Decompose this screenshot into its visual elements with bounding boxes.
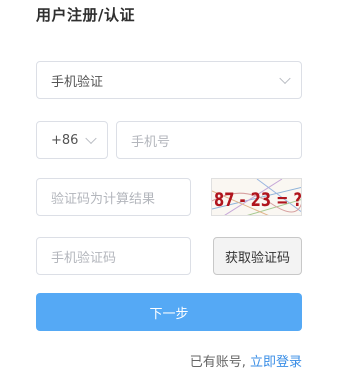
login-link[interactable]: 立即登录 (250, 355, 302, 370)
verification-method-value: 手机验证 (51, 74, 104, 90)
phone-input[interactable]: 手机号 (116, 121, 302, 159)
page-title: 用户注册/认证 (36, 6, 135, 24)
chevron-down-icon (85, 132, 97, 145)
next-button[interactable]: 下一步 (36, 293, 302, 331)
country-code-select[interactable]: +86 (36, 121, 108, 159)
verification-method-select[interactable]: 手机验证 (36, 61, 302, 99)
country-code-value: +86 (51, 132, 79, 148)
captcha-image[interactable]: 87 - 23 = ? (211, 178, 302, 216)
sms-code-input[interactable]: 手机验证码 (36, 237, 191, 275)
captcha-placeholder: 验证码为计算结果 (51, 191, 156, 207)
phone-placeholder: 手机号 (131, 134, 171, 150)
login-prompt: 已有账号, 立即登录 (190, 351, 302, 370)
sms-code-placeholder: 手机验证码 (51, 250, 117, 266)
get-code-button[interactable]: 获取验证码 (213, 237, 302, 275)
captcha-input[interactable]: 验证码为计算结果 (36, 178, 191, 216)
captcha-text: 87 - 23 = ? (214, 189, 302, 211)
chevron-down-icon (279, 72, 291, 85)
login-prompt-text: 已有账号, (189, 355, 246, 370)
